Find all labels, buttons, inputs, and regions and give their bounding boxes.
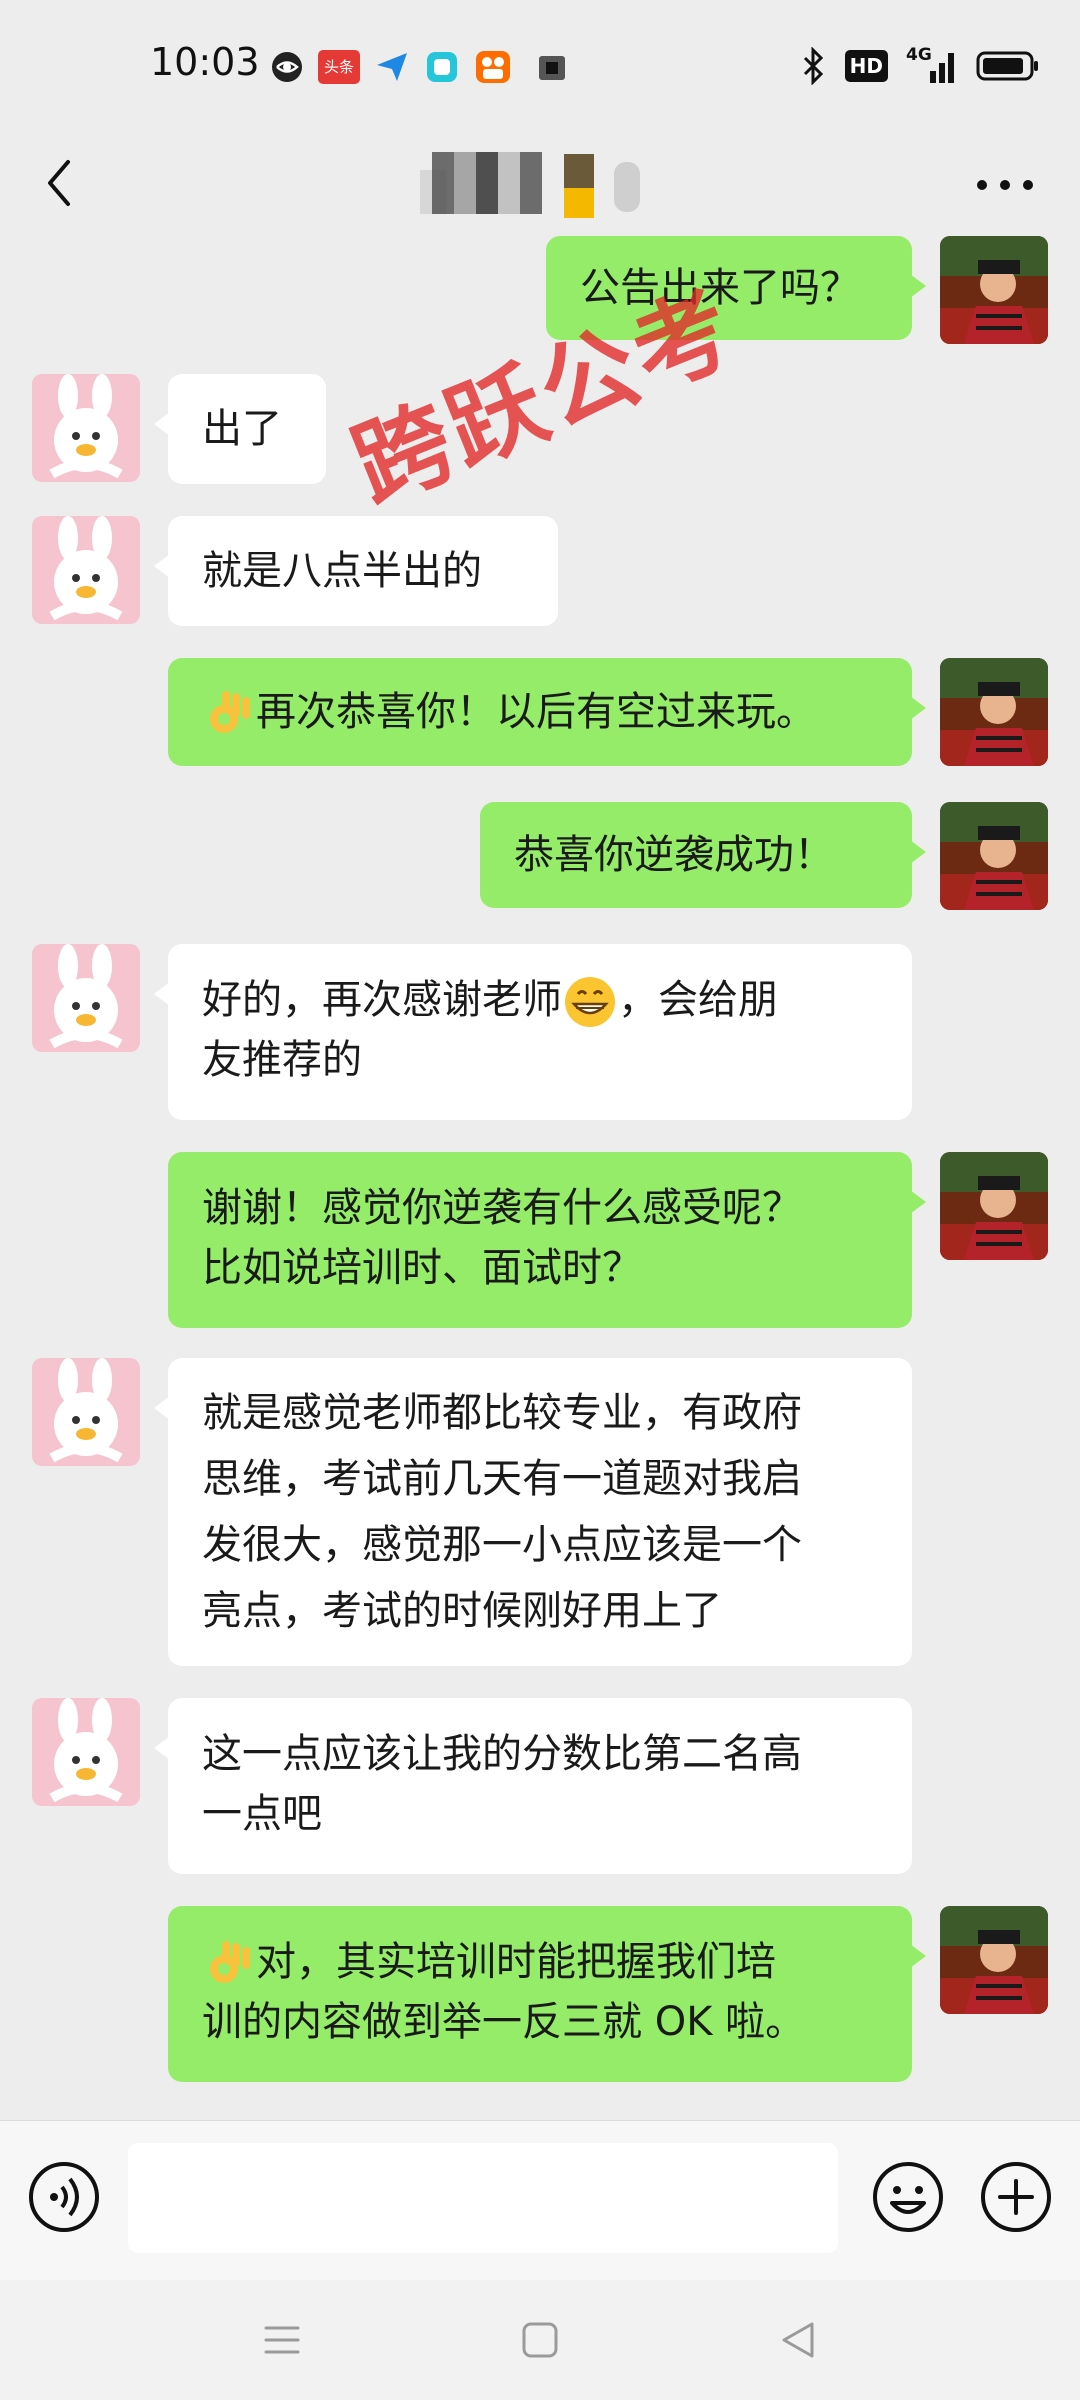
teacher-avatar[interactable]: [940, 658, 1048, 766]
more-icon[interactable]: [970, 160, 1040, 210]
message-text: 对，其实培训时能把握我们培: [256, 1939, 776, 1985]
message-text: 再次恭喜你！以后有空过来玩。: [256, 689, 816, 735]
avatar-image: [32, 374, 140, 482]
message-bubble[interactable]: 再次恭喜你！以后有空过来玩。: [168, 658, 926, 766]
chat-header: [0, 130, 1080, 240]
back-icon[interactable]: [768, 2310, 828, 2370]
student-avatar[interactable]: [32, 1698, 140, 1806]
student-avatar[interactable]: [32, 374, 140, 482]
browser-icon: [272, 52, 302, 82]
chat-title-obscured: [420, 140, 680, 230]
message-bubble[interactable]: 恭喜你逆袭成功！: [480, 802, 926, 908]
message-text: 这一点应该让我的分数比第二名高: [202, 1731, 802, 1777]
message-text: 就是八点半出的: [202, 548, 482, 594]
message-text: 训的内容做到举一反三就 OK 啦。: [202, 1999, 806, 2045]
camera-icon: [539, 56, 565, 80]
send-icon: [377, 53, 407, 81]
status-time: 10:03: [150, 40, 260, 84]
emoji-icon[interactable]: [868, 2157, 948, 2237]
avatar-image: [32, 1698, 140, 1806]
status-right: HD 4G: [801, 45, 1040, 86]
app-icon: [427, 52, 457, 82]
kuaishou-icon: [476, 51, 510, 83]
status-bar: 10:03 头条 HD 4G: [0, 0, 1080, 130]
message-text: 发很大，感觉那一小点应该是一个: [202, 1522, 802, 1568]
navigation-bar: [0, 2280, 1080, 2400]
chat-screen: 10:03 头条 HD 4G 公告出来了吗？ 出了 就是八点半出的 再次恭喜你！…: [0, 0, 1080, 2400]
toutiao-badge-label: 头条: [323, 58, 354, 76]
message-bubble[interactable]: 对，其实培训时能把握我们培 训的内容做到举一反三就 OK 啦。: [168, 1906, 926, 2082]
teacher-avatar[interactable]: [940, 236, 1048, 344]
message-line: 好的，再次感谢老师 ，会给朋: [202, 970, 878, 1030]
message-line: 对，其实培训时能把握我们培: [202, 1932, 878, 1992]
bluetooth-icon: [803, 47, 823, 85]
message-bubble[interactable]: 出了: [154, 374, 326, 484]
message-text: 谢谢！感觉你逆袭有什么感受呢？: [202, 1185, 802, 1231]
avatar-image: [940, 236, 1048, 344]
chevron-left-icon[interactable]: [30, 148, 90, 218]
student-avatar[interactable]: [32, 944, 140, 1052]
message-bubble[interactable]: 谢谢！感觉你逆袭有什么感受呢？ 比如说培训时、面试时？: [168, 1152, 926, 1328]
avatar-image: [940, 1906, 1048, 2014]
message-text: ，会给朋: [618, 977, 778, 1023]
message-bubble[interactable]: 就是八点半出的: [154, 516, 558, 626]
message-text: 亮点，考试的时候刚好用上了: [202, 1588, 722, 1634]
message-text: 比如说培训时、面试时？: [202, 1245, 642, 1291]
grin-emoji: [565, 977, 615, 1027]
ok-hand-emoji: [210, 1941, 250, 1983]
message-bubble[interactable]: 就是感觉老师都比较专业，有政府 思维，考试前几天有一道题对我启 发很大，感觉那一…: [154, 1358, 912, 1666]
message-line: 再次恭喜你！以后有空过来玩。: [202, 682, 878, 742]
menu-icon[interactable]: [252, 2310, 312, 2370]
message-input[interactable]: [128, 2143, 838, 2253]
message-text: 友推荐的: [202, 1037, 362, 1083]
message-bubble[interactable]: 好的，再次感谢老师 ，会给朋 友推荐的: [154, 944, 912, 1120]
teacher-avatar[interactable]: [940, 1906, 1048, 2014]
avatar-image: [940, 802, 1048, 910]
message-text: 思维，考试前几天有一道题对我启: [202, 1456, 802, 1502]
avatar-image: [32, 516, 140, 624]
avatar-image: [32, 1358, 140, 1466]
message-text: 出了: [202, 406, 282, 452]
message-text: 恭喜你逆袭成功！: [514, 832, 834, 878]
signal-icon: 4G: [906, 45, 958, 85]
plus-icon[interactable]: [976, 2157, 1056, 2237]
student-avatar[interactable]: [32, 516, 140, 624]
avatar-image: [940, 1152, 1048, 1260]
teacher-avatar[interactable]: [940, 802, 1048, 910]
message-text: 就是感觉老师都比较专业，有政府: [202, 1390, 802, 1436]
voice-icon[interactable]: [24, 2157, 104, 2237]
toutiao-icon: 头条: [318, 50, 360, 84]
watermark-text: 跨跃公考: [338, 270, 752, 525]
ok-hand-emoji: [210, 691, 250, 733]
hd-icon: HD: [844, 50, 888, 82]
message-bubble[interactable]: 这一点应该让我的分数比第二名高 一点吧: [154, 1698, 912, 1874]
network-type: 4G: [906, 45, 932, 65]
teacher-avatar[interactable]: [940, 1152, 1048, 1260]
message-text: 好的，再次感谢老师: [202, 977, 562, 1023]
student-avatar[interactable]: [32, 1358, 140, 1466]
avatar-image: [32, 944, 140, 1052]
message-text: 一点吧: [202, 1791, 322, 1837]
battery-icon: [976, 51, 1038, 81]
input-bar: [0, 2120, 1080, 2281]
avatar-image: [940, 658, 1048, 766]
home-icon[interactable]: [510, 2310, 570, 2370]
